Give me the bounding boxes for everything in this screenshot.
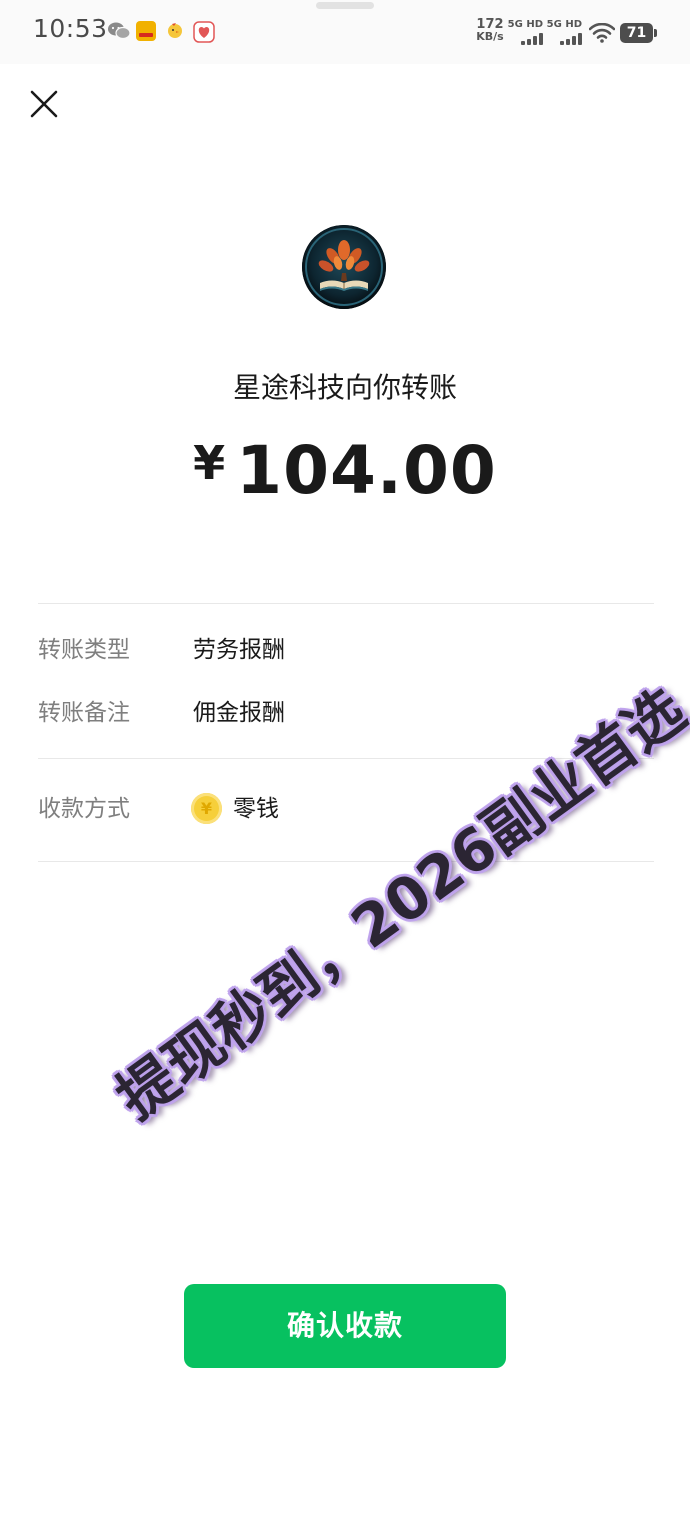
transfer-type-label: 转账类型	[38, 637, 130, 663]
tree-book-logo-icon	[302, 225, 386, 309]
transfer-note-value: 佣金报酬	[193, 700, 285, 726]
app-icon	[136, 21, 156, 41]
wifi-icon	[588, 22, 616, 43]
payment-method-value: 零钱	[233, 796, 279, 822]
detail-row-transfer-type: 转账类型 劳务报酬	[38, 630, 654, 670]
close-icon	[30, 90, 58, 118]
signal-2-label: 5G HD	[546, 19, 582, 30]
payment-method-label: 收款方式	[38, 796, 130, 822]
network-speed-unit: KB/s	[476, 30, 504, 43]
sender-avatar	[302, 225, 386, 309]
status-time: 10:53	[33, 14, 108, 43]
transfer-note-label: 转账备注	[38, 700, 130, 726]
transfer-amount: ¥104.00	[0, 432, 690, 509]
heart-app-icon	[193, 21, 215, 43]
status-bar: 10:53 172 KB/s 5G HD 5G HD 71	[0, 0, 690, 64]
network-speed: 172 KB/s	[473, 18, 507, 43]
signal-strength-1: 5G HD	[507, 19, 543, 45]
signal-bars-icon	[560, 33, 582, 45]
transfer-type-value: 劳务报酬	[193, 637, 285, 663]
amount-value: 104.00	[236, 432, 497, 509]
signal-bars-icon	[521, 33, 543, 45]
coin-icon: ¥	[191, 793, 222, 824]
close-button[interactable]	[28, 88, 60, 120]
notch-indicator	[316, 2, 374, 9]
detail-row-payment-method: 收款方式 ¥ 零钱	[38, 789, 654, 829]
divider	[38, 603, 654, 604]
divider	[38, 861, 654, 862]
transfer-title: 星途科技向你转账	[232, 371, 457, 404]
wechat-icon	[107, 21, 131, 41]
chick-icon	[166, 21, 184, 39]
battery-icon: 71	[620, 23, 657, 43]
signal-1-label: 5G HD	[507, 19, 543, 30]
confirm-receipt-button[interactable]: 确认收款	[184, 1284, 506, 1368]
divider	[38, 758, 654, 759]
currency-symbol: ¥	[193, 436, 227, 490]
detail-row-transfer-note: 转账备注 佣金报酬	[38, 693, 654, 733]
signal-strength-2: 5G HD	[546, 19, 582, 45]
